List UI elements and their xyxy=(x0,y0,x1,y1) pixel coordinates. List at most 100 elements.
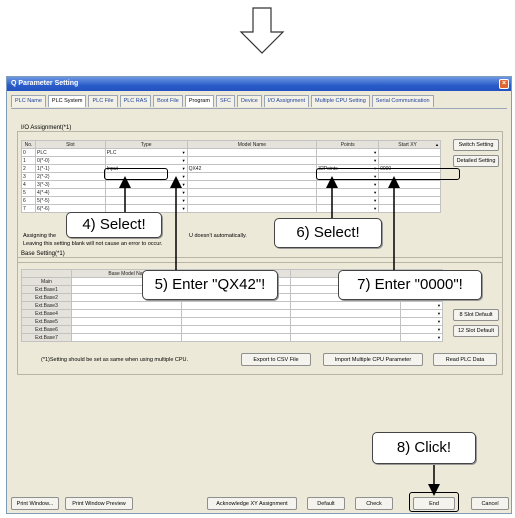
start-input[interactable] xyxy=(378,188,441,197)
row-slot: 5(*-5) xyxy=(34,196,106,205)
check-button[interactable]: Check xyxy=(355,497,393,510)
type-select[interactable]: PLC ▼ xyxy=(104,148,188,157)
tab-plc-ras[interactable]: PLC RAS xyxy=(119,95,152,107)
type-select[interactable]: ▼ xyxy=(104,196,188,205)
down-arrow-icon xyxy=(239,7,285,54)
start-input[interactable] xyxy=(378,148,441,157)
table-row[interactable]: Ext.Base7 ▼ xyxy=(21,333,443,342)
tab-serial-comm[interactable]: Serial Communication xyxy=(371,95,434,107)
print-preview-button[interactable]: Print Window Preview xyxy=(65,497,133,510)
ext-cable-input[interactable] xyxy=(290,325,402,334)
slots-select[interactable]: ▼ xyxy=(400,317,443,326)
type-select[interactable]: ▼ xyxy=(104,188,188,197)
export-csv-button[interactable]: Export to CSV File xyxy=(241,353,311,366)
table-row[interactable]: 4 3(*-3) ▼ ▼ xyxy=(21,180,441,189)
slot12-default-button[interactable]: 12 Slot Default xyxy=(453,325,499,337)
points-start-highlight xyxy=(316,168,460,180)
table-row[interactable]: Ext.Base5 ▼ xyxy=(21,317,443,326)
table-row[interactable]: 1 0(*-0) ▼ ▼ xyxy=(21,156,441,165)
slots-select[interactable]: ▼ xyxy=(400,301,443,310)
read-plc-data-button[interactable]: Read PLC Data xyxy=(433,353,497,366)
slots-select[interactable]: ▼ xyxy=(400,309,443,318)
window-titlebar: Q Parameter Setting × xyxy=(7,77,511,91)
table-row[interactable]: Ext.Base3 ▼ xyxy=(21,301,443,310)
start-input[interactable] xyxy=(378,156,441,165)
table-row[interactable]: Ext.Base6 ▼ xyxy=(21,325,443,334)
model-input[interactable] xyxy=(186,180,318,189)
row-no: 3 xyxy=(21,172,36,181)
base-row-label: Ext.Base1 xyxy=(21,285,72,294)
base-row-label: Ext.Base4 xyxy=(21,309,72,318)
start-input[interactable] xyxy=(378,204,441,213)
row-no: 7 xyxy=(21,204,36,213)
tab-plc-name[interactable]: PLC Name xyxy=(11,95,46,107)
points-select[interactable]: ▼ xyxy=(316,196,380,205)
slots-select[interactable]: ▼ xyxy=(400,333,443,342)
model-input[interactable] xyxy=(186,188,318,197)
row-slot: 3(*-3) xyxy=(34,180,106,189)
power-model-input[interactable] xyxy=(180,333,292,342)
base-model-input[interactable] xyxy=(70,333,182,342)
points-select[interactable]: ▼ xyxy=(316,156,380,165)
type-select[interactable]: ▼ xyxy=(104,180,188,189)
base-model-input[interactable] xyxy=(70,317,182,326)
col-type: Type xyxy=(104,140,188,149)
ext-cable-input[interactable] xyxy=(290,301,402,310)
table-row[interactable]: 0 PLC PLC ▼ ▼ xyxy=(21,148,441,157)
ext-cable-input[interactable] xyxy=(290,309,402,318)
import-multiple-cpu-button[interactable]: Import Multiple CPU Parameter xyxy=(323,353,423,366)
callout-step-6: 6) Select! xyxy=(274,218,382,248)
close-icon[interactable]: × xyxy=(499,79,509,89)
type-select[interactable]: ▼ xyxy=(104,156,188,165)
cancel-button[interactable]: Cancel xyxy=(471,497,509,510)
model-input[interactable] xyxy=(186,196,318,205)
table-row[interactable]: Ext.Base4 ▼ xyxy=(21,309,443,318)
callout-step-8: 8) Click! xyxy=(372,432,476,464)
switch-setting-button[interactable]: Switch Setting xyxy=(453,139,499,151)
model-input[interactable]: QX42 xyxy=(186,164,318,173)
ext-cable-input[interactable] xyxy=(290,317,402,326)
acknowledge-xy-button[interactable]: Acknowledge XY Assignment xyxy=(207,497,297,510)
callout-step-7: 7) Enter "0000"! xyxy=(338,270,482,300)
base-model-input[interactable] xyxy=(70,309,182,318)
power-model-input[interactable] xyxy=(180,309,292,318)
tab-bar: PLC Name PLC System PLC File PLC RAS Boo… xyxy=(11,95,436,109)
base-model-input[interactable] xyxy=(70,301,182,310)
detailed-setting-button[interactable]: Detailed Setting xyxy=(453,155,499,167)
default-button[interactable]: Default xyxy=(307,497,345,510)
row-slot: 1(*-1) xyxy=(34,164,106,173)
points-select[interactable]: ▼ xyxy=(316,148,380,157)
print-window-button[interactable]: Print Window... xyxy=(11,497,59,510)
model-input[interactable] xyxy=(186,204,318,213)
start-input[interactable] xyxy=(378,180,441,189)
io-table-header: No. Slot Type Model Name Points Start XY… xyxy=(21,140,441,149)
power-model-input[interactable] xyxy=(180,301,292,310)
row-no: 5 xyxy=(21,188,36,197)
power-model-input[interactable] xyxy=(180,325,292,334)
model-input[interactable] xyxy=(186,156,318,165)
row-no: 4 xyxy=(21,180,36,189)
tab-device[interactable]: Device xyxy=(236,95,262,107)
power-model-input[interactable] xyxy=(180,317,292,326)
slots-select[interactable]: ▼ xyxy=(400,325,443,334)
slot8-default-button[interactable]: 8 Slot Default xyxy=(453,309,499,321)
tab-program[interactable]: Program xyxy=(184,95,214,107)
start-input[interactable] xyxy=(378,196,441,205)
model-input[interactable] xyxy=(186,172,318,181)
tab-io-assignment[interactable]: I/O Assignment xyxy=(263,95,310,107)
tab-plc-system[interactable]: PLC System xyxy=(47,95,87,107)
tab-plc-file[interactable]: PLC File xyxy=(88,95,118,107)
row-slot: 2(*-2) xyxy=(34,172,106,181)
model-input[interactable] xyxy=(186,148,318,157)
col-no: No. xyxy=(21,140,36,149)
tab-multiple-cpu[interactable]: Multiple CPU Setting xyxy=(311,95,370,107)
tab-boot-file[interactable]: Boot File xyxy=(153,95,183,107)
base-model-input[interactable] xyxy=(70,325,182,334)
points-select[interactable]: ▼ xyxy=(316,204,380,213)
ext-cable-input[interactable] xyxy=(290,333,402,342)
tab-sfc[interactable]: SFC xyxy=(215,95,235,107)
table-row[interactable]: 5 4(*-4) ▼ ▼ xyxy=(21,188,441,197)
table-row[interactable]: 6 5(*-5) ▼ ▼ xyxy=(21,196,441,205)
points-select[interactable]: ▼ xyxy=(316,188,380,197)
points-select[interactable]: ▼ xyxy=(316,180,380,189)
